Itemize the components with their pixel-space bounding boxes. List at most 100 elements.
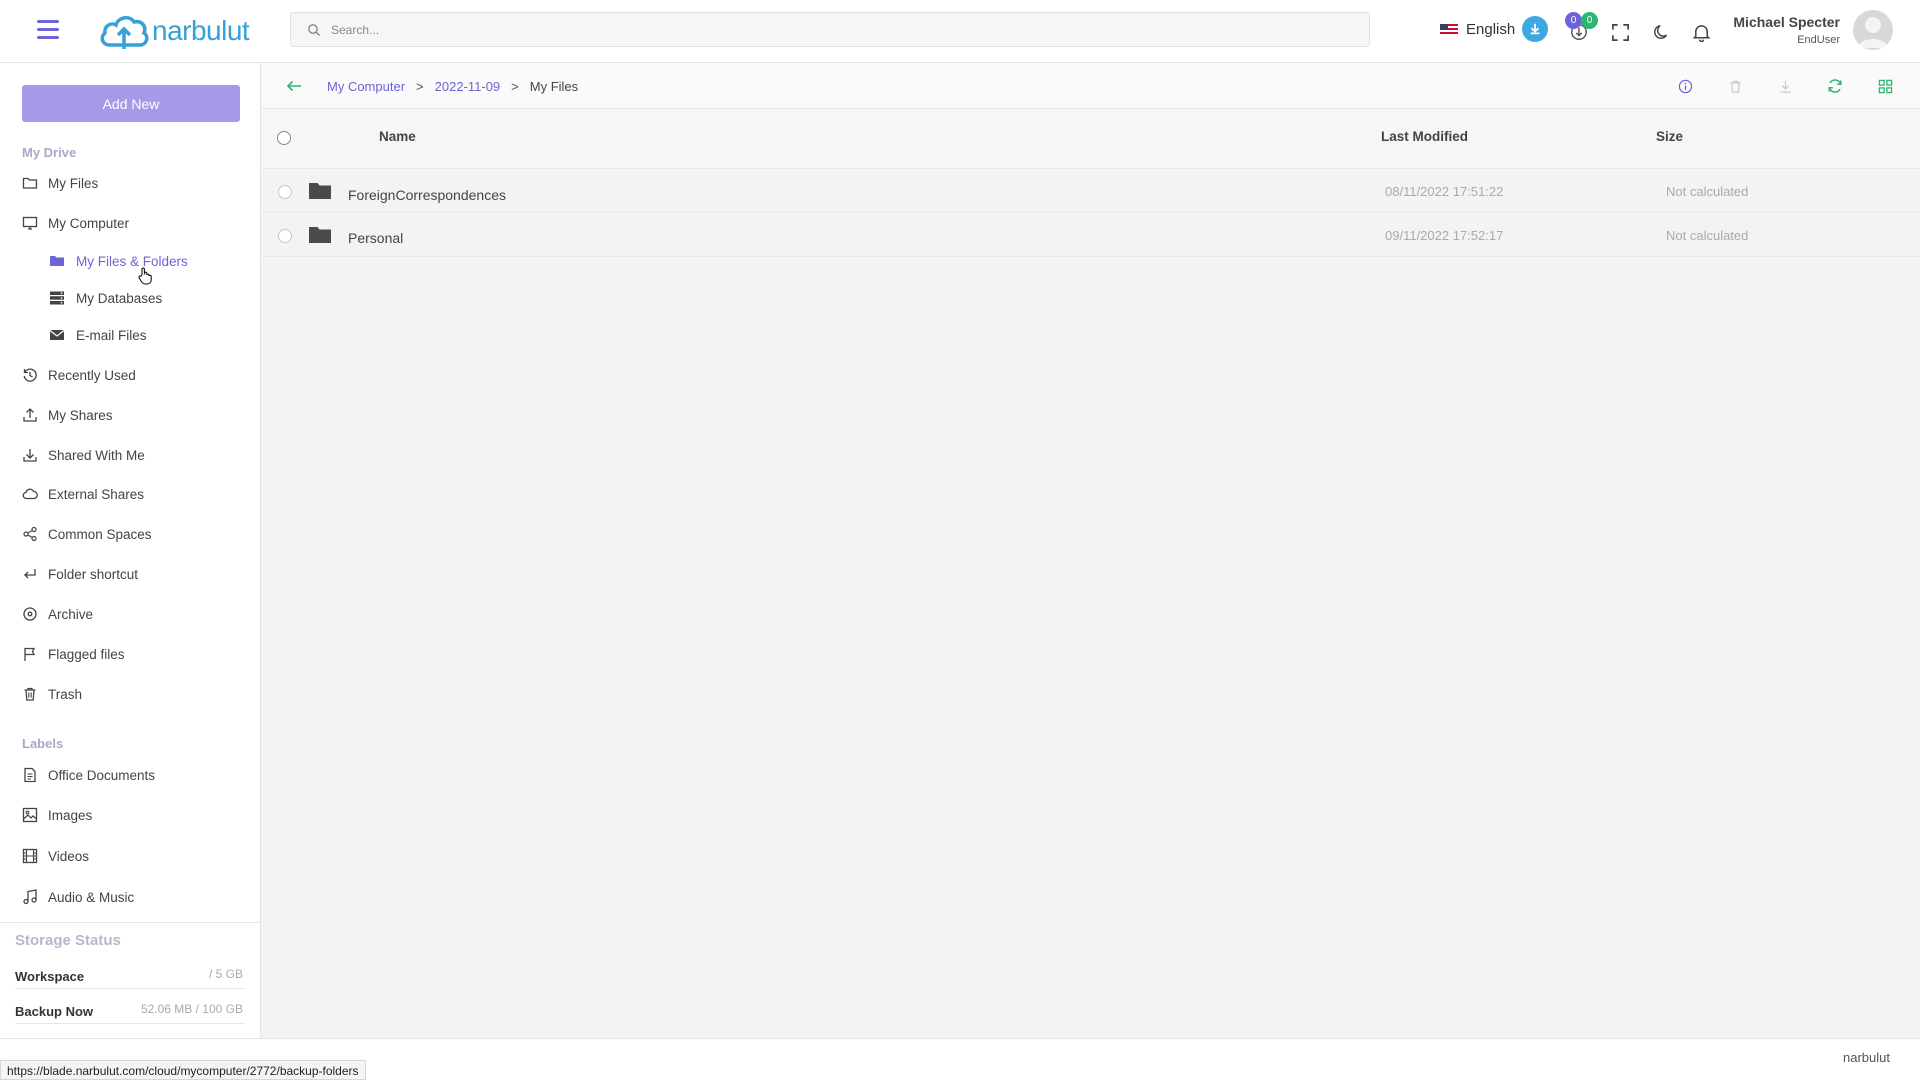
notifications-button[interactable] — [1688, 19, 1714, 45]
add-new-button[interactable]: Add New — [22, 85, 240, 122]
storage-workspace-label: Workspace — [15, 969, 85, 984]
select-all-radio[interactable] — [277, 131, 291, 145]
history-icon — [23, 368, 37, 382]
film-icon — [22, 848, 38, 864]
label-videos[interactable]: Videos — [22, 845, 89, 867]
logo[interactable]: narbulut — [98, 9, 250, 53]
sidebar-item-my-computer[interactable]: My Computer — [22, 212, 129, 234]
breadcrumb-date-folder[interactable]: 2022-11-09 — [435, 79, 501, 94]
sidebar-item-trash[interactable]: Trash — [22, 683, 82, 705]
table-row[interactable]: Personal 09/11/2022 17:52:17 Not calcula… — [262, 215, 1920, 257]
search-input[interactable] — [331, 22, 1331, 37]
sidebar-item-shared-with-me[interactable]: Shared With Me — [22, 444, 145, 466]
breadcrumb-current: My Files — [529, 79, 579, 94]
refresh-icon — [1828, 79, 1842, 93]
language-selector[interactable]: English — [1440, 21, 1515, 38]
grid-icon — [1878, 79, 1892, 93]
file-modified: 09/11/2022 17:52:17 — [1385, 228, 1504, 243]
storage-backup-label: Backup Now — [15, 1004, 94, 1019]
sidebar-item-label: Flagged files — [48, 646, 125, 662]
envelope-icon — [49, 330, 65, 340]
transfers-button[interactable]: 0 0 — [1565, 12, 1598, 45]
info-icon — [1678, 79, 1692, 93]
folder-icon — [50, 256, 64, 266]
breadcrumb-my-computer[interactable]: My Computer — [327, 79, 405, 94]
sidebar-item-my-databases[interactable]: My Databases — [49, 287, 162, 309]
upload-icon — [23, 408, 37, 422]
user-avatar-icon — [1858, 17, 1888, 48]
sidebar-item-label: Trash — [48, 686, 83, 702]
my-drive-heading: My Drive — [22, 145, 77, 160]
label-item-label: Images — [48, 807, 93, 823]
cloud-logo-icon — [100, 16, 149, 49]
top-bar: narbulut English 0 0 — [0, 0, 1920, 63]
corner-arrow-icon — [24, 569, 36, 579]
refresh-button[interactable] — [1825, 76, 1845, 96]
row-select-radio[interactable] — [278, 185, 292, 199]
upload-count-badge: 0 — [1565, 12, 1582, 29]
sidebar-item-my-shares[interactable]: My Shares — [22, 404, 113, 426]
sidebar-item-label: Recently Used — [48, 367, 136, 383]
delete-button[interactable] — [1725, 76, 1745, 96]
info-button[interactable] — [1675, 76, 1695, 96]
file-modified: 08/11/2022 17:51:22 — [1385, 184, 1504, 199]
sidebar-item-recently-used[interactable]: Recently Used — [22, 364, 136, 386]
download-count-badge: 0 — [1581, 12, 1598, 29]
avatar[interactable] — [1853, 10, 1893, 50]
storage-status-heading: Storage Status — [15, 932, 121, 949]
sidebar-item-label: External Shares — [48, 486, 145, 502]
download-button[interactable] — [1775, 76, 1795, 96]
dark-mode-toggle[interactable] — [1649, 19, 1675, 45]
download-icon — [23, 449, 37, 462]
user-name[interactable]: Michael Specter — [1733, 14, 1840, 30]
row-select-radio[interactable] — [278, 229, 292, 243]
sidebar-item-my-files-folders[interactable]: My Files & Folders — [49, 250, 188, 272]
file-size: Not calculated — [1666, 228, 1749, 243]
trash-icon — [1729, 80, 1741, 93]
label-audio-music[interactable]: Audio & Music — [22, 886, 134, 908]
user-role: EndUser — [1797, 34, 1840, 46]
search-bar[interactable] — [290, 12, 1370, 47]
breadcrumb: My Computer > 2022-11-09 > My Files — [327, 79, 578, 94]
fullscreen-button[interactable] — [1607, 19, 1633, 45]
column-size[interactable]: Size — [1656, 129, 1683, 144]
column-last-modified[interactable]: Last Modified — [1381, 129, 1468, 144]
folder-icon — [309, 227, 331, 243]
sidebar-item-label: Common Spaces — [48, 526, 152, 542]
column-name[interactable]: Name — [379, 129, 416, 144]
flag-icon — [24, 647, 36, 661]
sidebar-item-common-spaces[interactable]: Common Spaces — [22, 523, 152, 545]
search-icon — [308, 23, 320, 36]
storage-backup: Backup Now 52.06 MB / 100 GB — [15, 998, 245, 1024]
sidebar-item-label: My Shares — [48, 407, 113, 423]
back-arrow-icon[interactable] — [285, 78, 303, 94]
label-item-label: Office Documents — [48, 767, 156, 783]
label-images[interactable]: Images — [22, 804, 92, 826]
table-row[interactable]: ForeignCorrespondences 08/11/2022 17:51:… — [262, 171, 1920, 213]
sidebar-item-label: Folder shortcut — [48, 566, 139, 582]
sidebar-item-external-shares[interactable]: External Shares — [22, 483, 144, 505]
us-flag-icon — [1440, 23, 1458, 36]
menu-icon[interactable] — [37, 20, 59, 40]
grid-view-button[interactable] — [1875, 76, 1895, 96]
footer-brand: narbulut — [1843, 1050, 1890, 1065]
trash-icon — [24, 687, 36, 701]
sidebar-item-label: Archive — [48, 606, 94, 622]
sidebar-item-folder-shortcut[interactable]: Folder shortcut — [22, 563, 138, 585]
sidebar-item-my-files[interactable]: My Files — [22, 172, 98, 194]
sidebar-item-label: My Files — [48, 175, 99, 191]
image-icon — [22, 807, 38, 823]
sidebar-item-email-files[interactable]: E-mail Files — [49, 324, 147, 346]
download-manager-button[interactable] — [1522, 16, 1548, 42]
file-size: Not calculated — [1666, 184, 1749, 199]
sidebar-item-archive[interactable]: Archive — [22, 603, 93, 625]
file-name[interactable]: Personal — [348, 230, 403, 246]
sidebar-item-flagged-files[interactable]: Flagged files — [22, 643, 125, 665]
folder-outline-icon — [22, 177, 38, 189]
music-icon — [23, 889, 37, 905]
file-name[interactable]: ForeignCorrespondences — [348, 187, 506, 203]
sidebar-item-label: My Databases — [76, 290, 163, 306]
label-office-documents[interactable]: Office Documents — [22, 764, 155, 786]
fullscreen-icon — [1611, 23, 1629, 41]
document-icon — [24, 767, 36, 783]
